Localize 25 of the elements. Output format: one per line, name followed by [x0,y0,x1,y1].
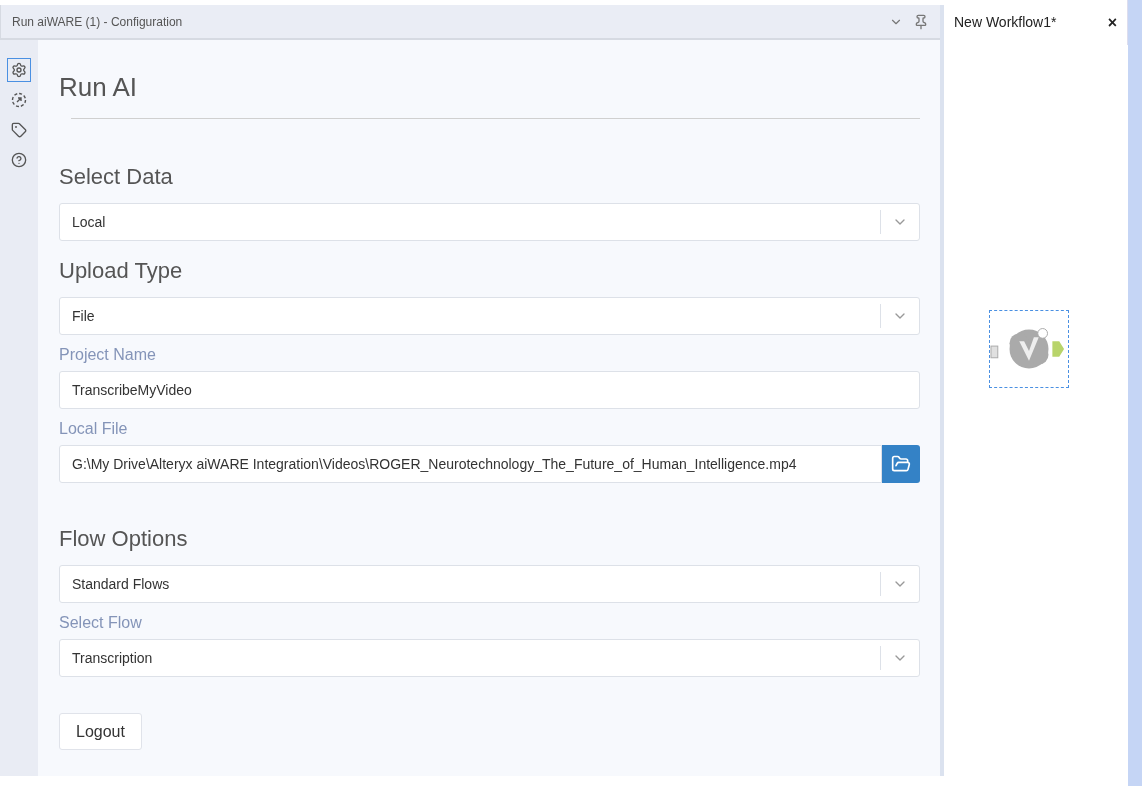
pin-icon[interactable] [913,13,929,30]
tag-icon [11,122,27,138]
field-label: Project Name [59,345,156,365]
input-field[interactable]: TranscribeMyVideo [59,371,920,409]
dropdown-field[interactable]: File [59,297,920,335]
panel-title: Run aiWARE (1) - Configuration [12,13,184,31]
help-icon [11,152,27,168]
workflow-tab[interactable]: New Workflow1* [954,12,1108,33]
dropdown-field[interactable]: Transcription [59,639,920,677]
tool-node[interactable] [989,310,1069,388]
browse-button[interactable] [882,445,920,483]
section-heading: Select Data [59,163,174,191]
form-title: Run AI [59,71,139,104]
file-path-field[interactable]: G:\My Drive\Alteryx aiWARE Integration\Videos\ROGER_Neurotechnology_The_Future_of_Human_Intelligence.mp4 [59,445,882,483]
gear-icon [11,62,27,78]
field-label: Select Flow [59,613,142,633]
folder-icon [891,454,911,474]
close-tab-button[interactable]: × [1107,10,1117,35]
section-heading: Upload Type [59,257,184,285]
logout-button[interactable]: Logout [59,713,142,750]
dropdown-field[interactable]: Standard Flows [59,565,920,603]
dropdown-field[interactable]: Local [59,203,920,241]
field-label: Local File [59,419,128,439]
tool-tab[interactable] [7,58,31,82]
section-heading: Flow Options [59,525,189,553]
